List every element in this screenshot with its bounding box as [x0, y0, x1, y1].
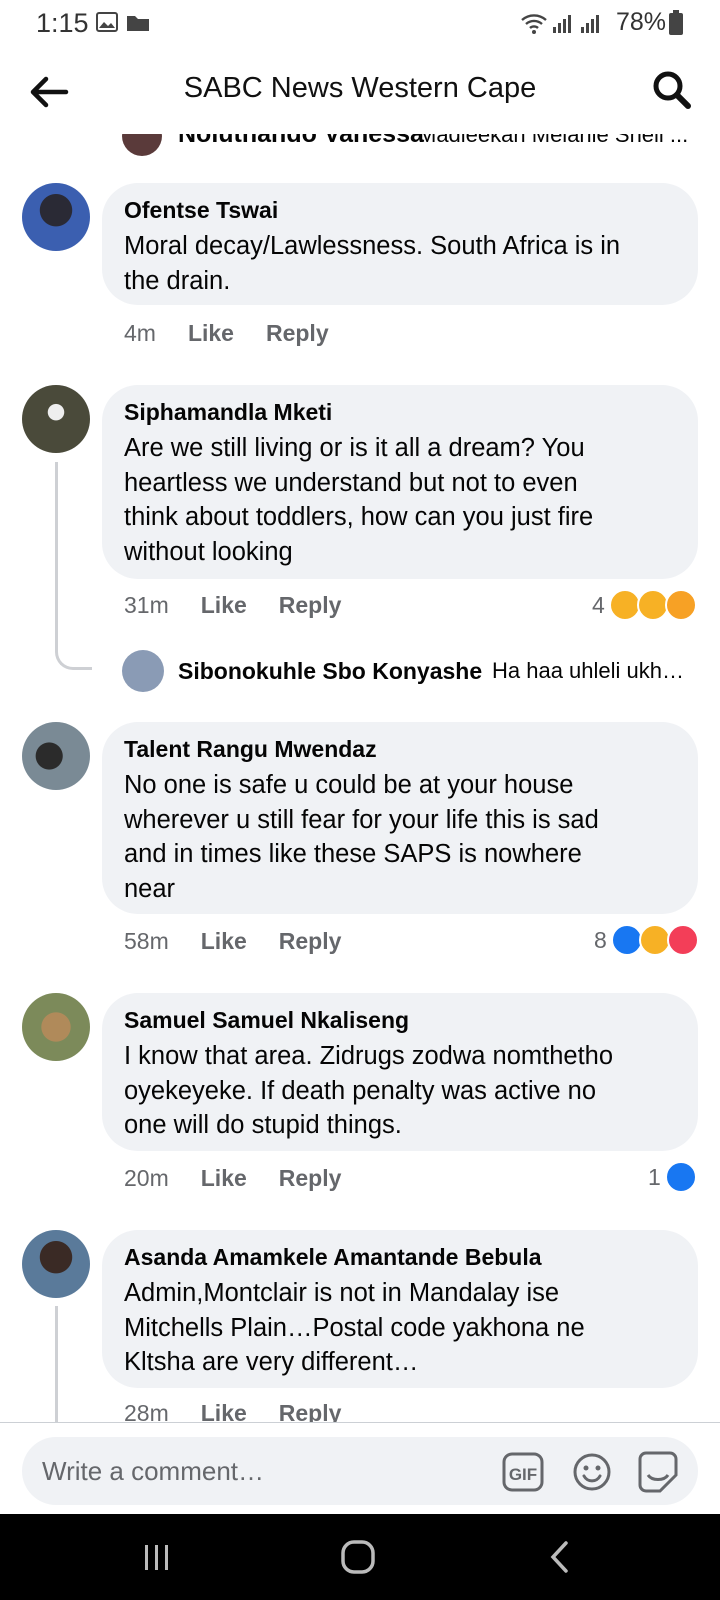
avatar[interactable] [122, 650, 164, 692]
system-nav-bar [0, 1514, 720, 1600]
comment-author[interactable]: Talent Rangu Mwendaz [124, 736, 377, 763]
reply-button[interactable]: Reply [279, 1400, 342, 1422]
reply-button[interactable]: Reply [279, 1165, 342, 1191]
reaction-summary[interactable]: 1 [648, 1161, 697, 1193]
comment-bubble[interactable]: Samuel Samuel Nkaliseng I know that area… [102, 993, 698, 1151]
reply-author[interactable]: Sibonokuhle Sbo Konyashe [178, 658, 482, 685]
comment-text: I know that area. Zidrugs zodwa nomtheth… [124, 1042, 614, 1139]
avatar[interactable] [22, 993, 90, 1061]
reply-button[interactable]: Reply [279, 928, 342, 954]
comment-time[interactable]: 28m [124, 1400, 169, 1422]
love-reaction-icon [666, 924, 699, 956]
emoji-icon[interactable] [572, 1452, 612, 1492]
reaction-summary[interactable]: 4 [592, 589, 697, 621]
sad-reaction-icon [638, 924, 671, 956]
recent-apps-icon[interactable] [142, 1542, 172, 1572]
comment-bubble[interactable]: Asanda Amamkele Amantande Bebula Admin,M… [102, 1230, 698, 1388]
comment-bubble[interactable]: Talent Rangu Mwendaz No one is safe u co… [102, 722, 698, 914]
avatar[interactable] [22, 385, 90, 453]
gif-label: GIF [509, 1465, 537, 1484]
like-button[interactable]: Like [188, 320, 234, 346]
nav-back-icon[interactable] [548, 1540, 572, 1574]
reply-button[interactable]: Reply [266, 320, 329, 346]
comment-time[interactable]: 4m [124, 320, 156, 346]
reaction-count: 4 [592, 591, 605, 618]
page-title: SABC News Western Cape [183, 72, 537, 104]
reaction-count: 1 [648, 1163, 661, 1190]
top-app-bar: SABC News Western Cape [0, 48, 720, 134]
comment-actions: 58m Like Reply [124, 928, 373, 955]
like-button[interactable]: Like [201, 1400, 247, 1422]
comments-feed[interactable]: Noluthando Vanessa Madleekan Melanie She… [0, 0, 720, 1422]
home-icon[interactable] [340, 1539, 376, 1575]
reaction-summary[interactable]: 8 [594, 924, 699, 956]
like-reaction-icon [610, 924, 643, 956]
comment-time[interactable]: 31m [124, 592, 169, 618]
comment-text: Moral decay/Lawlessness. South Africa is… [124, 232, 621, 295]
comment-actions: 4m Like Reply [124, 320, 361, 347]
sticker-icon[interactable] [636, 1451, 680, 1493]
reply-text[interactable]: Ha haa uhleli ukh… [492, 658, 684, 684]
comment-time[interactable]: 58m [124, 928, 169, 954]
thread-line [55, 462, 92, 670]
comment-bubble[interactable]: Siphamandla Mketi Are we still living or… [102, 385, 698, 579]
thread-line [55, 1306, 58, 1422]
like-reaction-icon [664, 1161, 697, 1193]
comment-author[interactable]: Samuel Samuel Nkaliseng [124, 1007, 409, 1034]
avatar[interactable] [22, 722, 90, 790]
comment-actions: 31m Like Reply [124, 592, 373, 619]
like-button[interactable]: Like [201, 1165, 247, 1191]
comment-input[interactable]: Write a comment… GIF [22, 1437, 698, 1505]
comment-actions: 28m Like Reply [124, 1400, 373, 1422]
care-reaction-icon [664, 589, 697, 621]
comment-author[interactable]: Ofentse Tswai [124, 197, 278, 224]
search-icon[interactable] [650, 68, 694, 112]
comment-actions: 20m Like Reply [124, 1165, 373, 1192]
reply-button[interactable]: Reply [279, 592, 342, 618]
reaction-count: 8 [594, 926, 607, 953]
comment-composer: Write a comment… GIF [0, 1422, 720, 1515]
comment-placeholder: Write a comment… [42, 1456, 265, 1486]
like-button[interactable]: Like [201, 928, 247, 954]
avatar[interactable] [22, 183, 90, 251]
comment-bubble[interactable]: Ofentse Tswai Moral decay/Lawlessness. S… [102, 183, 698, 305]
gif-button[interactable]: GIF [502, 1452, 544, 1492]
comment-text: No one is safe u could be at your house w… [124, 771, 599, 903]
comment-time[interactable]: 20m [124, 1165, 169, 1191]
comment-author[interactable]: Siphamandla Mketi [124, 399, 332, 426]
avatar[interactable] [22, 1230, 90, 1298]
comment-author[interactable]: Asanda Amamkele Amantande Bebula [124, 1244, 542, 1271]
sad-reaction-icon [608, 589, 641, 621]
comment-text: Are we still living or is it all a dream… [124, 434, 594, 566]
like-button[interactable]: Like [201, 592, 247, 618]
haha-reaction-icon [636, 589, 669, 621]
comment-text: Admin,Montclair is not in Mandalay ise Mi… [124, 1279, 585, 1376]
